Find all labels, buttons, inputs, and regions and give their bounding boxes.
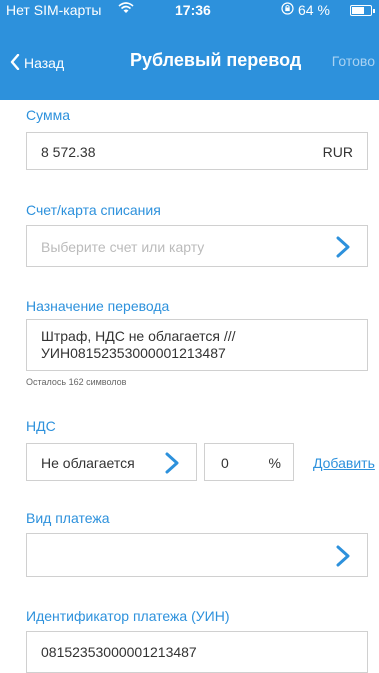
form: Сумма 8 572.38 RUR Счет/карта списания В…: [0, 100, 379, 673]
vat-rate-field[interactable]: 0 %: [204, 443, 294, 481]
chevron-right-icon: [162, 451, 182, 475]
chevron-left-icon: [10, 52, 20, 74]
chevron-right-icon: [333, 544, 353, 568]
orientation-lock-icon: [281, 2, 294, 18]
account-placeholder: Выберите счет или карту: [41, 239, 205, 255]
vat-rate-value: 0: [221, 455, 229, 471]
purpose-label: Назначение перевода: [26, 298, 170, 314]
account-label: Счет/карта списания: [26, 202, 161, 218]
payment-type-select[interactable]: [26, 533, 368, 577]
currency-label: RUR: [322, 144, 353, 160]
amount-field[interactable]: 8 572.38 RUR: [26, 132, 368, 170]
wifi-icon: [118, 0, 134, 19]
carrier-label: Нет SIM-карты: [6, 2, 102, 18]
uin-label: Идентификатор платежа (УИН): [26, 608, 230, 624]
amount-value: 8 572.38: [41, 144, 96, 160]
nav-bar: Назад Рублевый перевод Готово: [0, 20, 379, 100]
battery-icon: [350, 5, 375, 16]
battery-percent: 64 %: [298, 2, 330, 18]
clock: 17:36: [175, 2, 211, 18]
uin-value: 08152353000001213487: [41, 644, 197, 660]
back-label: Назад: [24, 55, 65, 71]
purpose-line-1: Штраф, НДС не облагается ///: [41, 328, 236, 344]
back-button[interactable]: Назад: [10, 52, 64, 74]
page-title: Рублевый перевод: [130, 50, 302, 70]
account-select[interactable]: Выберите счет или карту: [26, 225, 368, 267]
vat-type-value: Не облагается: [41, 455, 135, 471]
status-bar: Нет SIM-карты 17:36 64 %: [0, 0, 379, 20]
percent-sign: %: [268, 455, 281, 471]
done-button[interactable]: Готово: [332, 53, 375, 69]
add-vat-link[interactable]: Добавить: [313, 455, 375, 471]
chevron-right-icon: [333, 235, 353, 259]
remaining-chars: Осталось 162 символов: [26, 377, 127, 387]
amount-label: Сумма: [26, 107, 70, 123]
payment-type-label: Вид платежа: [26, 510, 110, 526]
purpose-field[interactable]: Штраф, НДС не облагается /// УИН08152353…: [26, 319, 368, 371]
vat-label: НДС: [26, 418, 56, 434]
vat-type-select[interactable]: Не облагается: [26, 443, 197, 481]
uin-field[interactable]: 08152353000001213487: [26, 631, 368, 673]
purpose-value: Штраф, НДС не облагается /// УИН08152353…: [41, 328, 236, 362]
purpose-line-2: УИН08152353000001213487: [41, 345, 226, 361]
